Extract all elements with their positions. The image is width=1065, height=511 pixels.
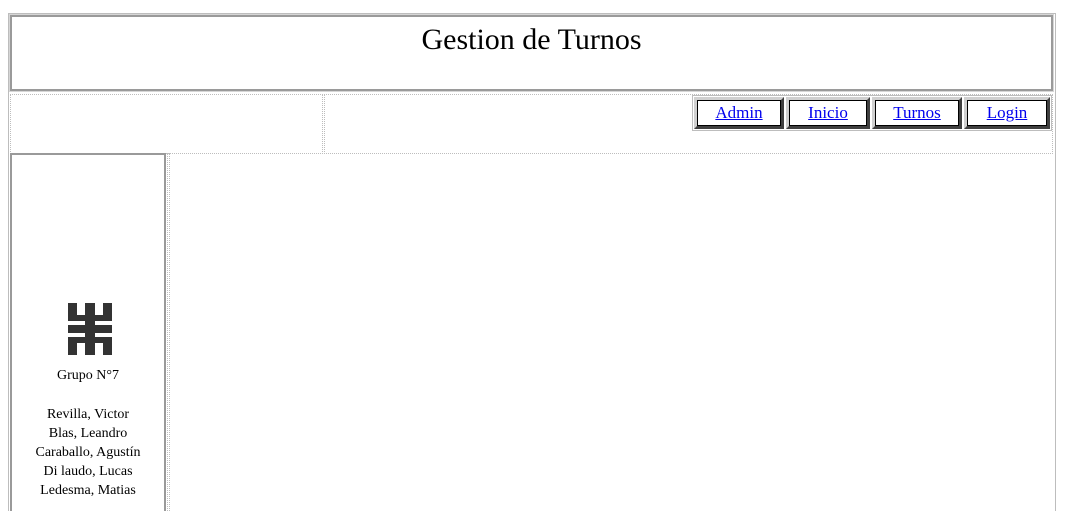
utn-logo-icon — [68, 303, 112, 355]
member-name: Blas, Leandro — [48, 426, 128, 441]
page-title: Gestion de Turnos — [421, 23, 642, 56]
members-list: Revilla, Victor Blas, Leandro Caraballo,… — [12, 405, 164, 500]
main-content — [171, 154, 1053, 511]
nav-link-login[interactable]: Login — [964, 97, 1050, 129]
nav-link-turnos[interactable]: Turnos — [872, 97, 962, 129]
member-name: Ledesma, Matias — [40, 483, 136, 498]
member-name: Caraballo, Agustín — [35, 445, 141, 460]
nav-right-cell: Admin Inicio Turnos Login — [324, 94, 1053, 154]
member-name: Revilla, Victor — [46, 407, 130, 422]
sidebar: Grupo N°7 Revilla, Victor Blas, Leandro … — [10, 153, 166, 511]
main-menu: Admin Inicio Turnos Login — [692, 95, 1052, 131]
header: Gestion de Turnos — [9, 14, 1054, 92]
nav-row: Admin Inicio Turnos Login — [10, 94, 1053, 154]
page: Gestion de Turnos Admin Inicio Turnos Lo… — [0, 0, 1065, 511]
nav-left-cell — [10, 94, 323, 154]
group-name: Grupo N°7 — [57, 368, 119, 383]
member-name: Di laudo, Lucas — [43, 464, 133, 479]
content-divider — [167, 153, 170, 511]
nav-link-inicio[interactable]: Inicio — [786, 97, 870, 129]
nav-link-admin[interactable]: Admin — [694, 97, 784, 129]
